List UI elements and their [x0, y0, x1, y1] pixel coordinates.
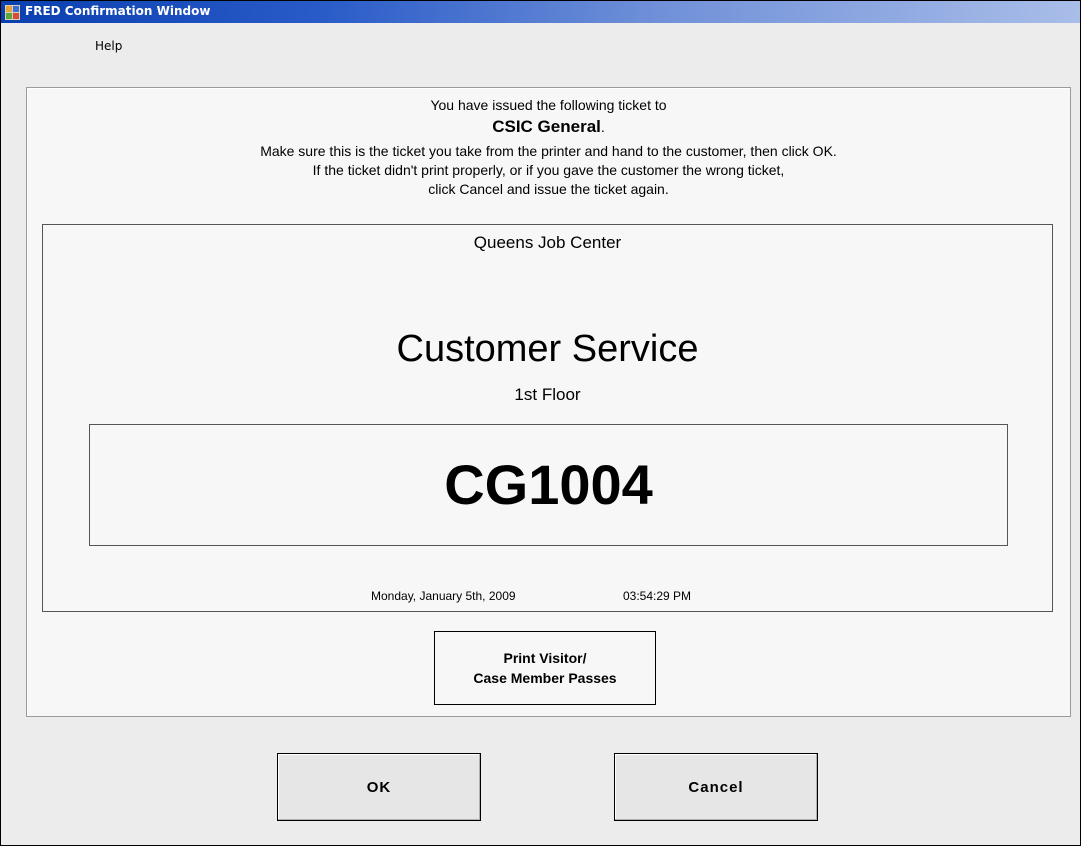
- ticket-number-box: CG1004: [89, 424, 1008, 546]
- print-passes-line-1: Print Visitor/: [503, 650, 587, 666]
- menu-bar: Help: [1, 23, 1080, 55]
- ticket-date: Monday, January 5th, 2009: [371, 589, 516, 603]
- content-panel: You have issued the following ticket to …: [26, 87, 1071, 717]
- app-icon: [5, 5, 20, 20]
- ok-button[interactable]: OK: [277, 753, 481, 821]
- ticket-time: 03:54:29 PM: [623, 589, 692, 603]
- print-passes-button[interactable]: Print Visitor/ Case Member Passes: [434, 631, 656, 705]
- ticket-preview: Queens Job Center Customer Service 1st F…: [42, 224, 1053, 612]
- print-passes-line-2: Case Member Passes: [473, 670, 617, 686]
- cancel-button[interactable]: Cancel: [614, 753, 818, 821]
- ticket-location: Queens Job Center: [473, 233, 622, 252]
- ticket-number: CG1004: [444, 453, 653, 516]
- menu-help[interactable]: Help: [87, 39, 130, 53]
- recipient-suffix: .: [600, 119, 605, 135]
- title-bar[interactable]: FRED Confirmation Window: [1, 1, 1080, 23]
- confirmation-window: FRED Confirmation Window Help You have i…: [0, 0, 1081, 846]
- ticket-floor: 1st Floor: [514, 385, 581, 404]
- window-title: FRED Confirmation Window: [25, 4, 211, 18]
- ticket-service: Customer Service: [396, 328, 699, 370]
- recipient-name: CSIC General: [492, 117, 601, 136]
- print-passes-label: Print Visitor/ Case Member Passes: [473, 648, 616, 688]
- instruction-line-4: click Cancel and issue the ticket again.: [428, 181, 669, 197]
- issued-to: CSIC General.: [27, 117, 1070, 137]
- instruction-line-3: If the ticket didn't print properly, or …: [312, 162, 785, 178]
- instruction-line-1: You have issued the following ticket to: [430, 97, 667, 113]
- instruction-line-2: Make sure this is the ticket you take fr…: [260, 143, 837, 159]
